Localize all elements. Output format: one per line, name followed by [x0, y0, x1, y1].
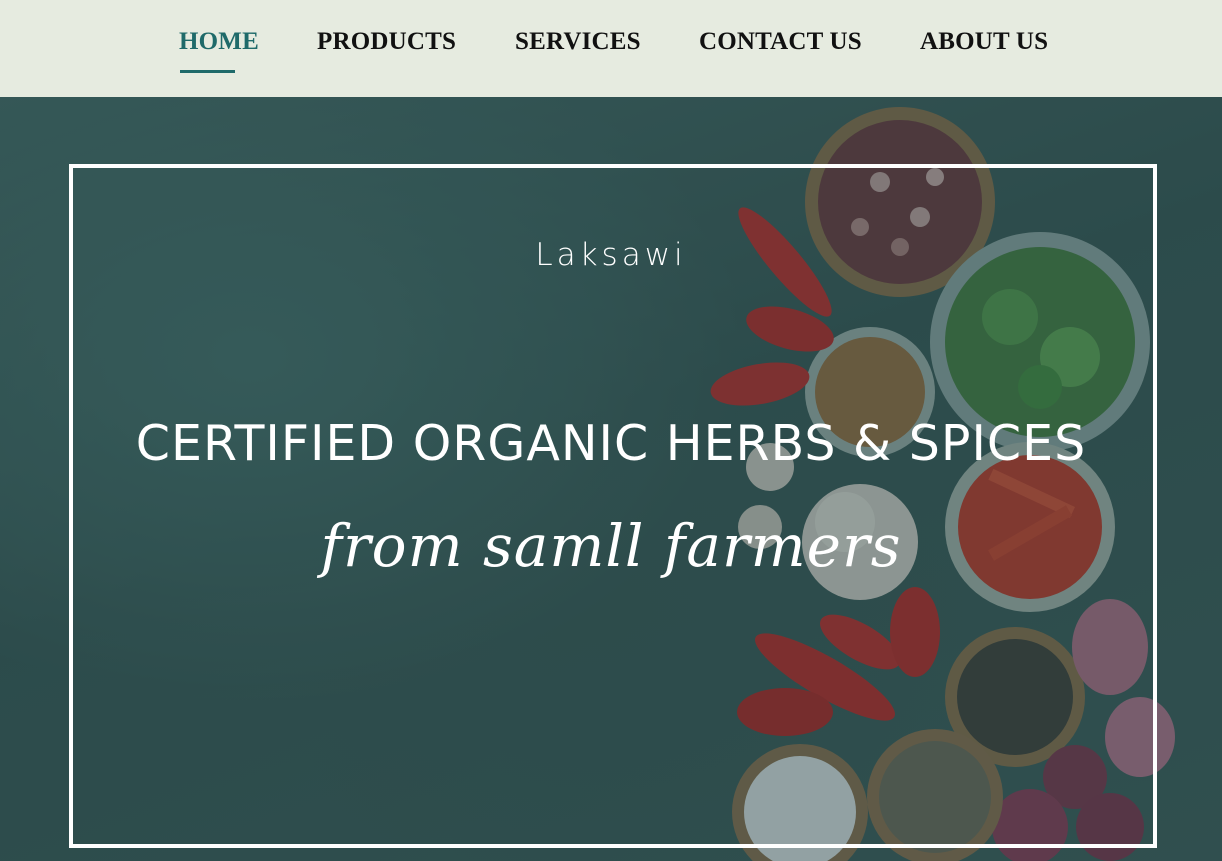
top-navigation: HOME PRODUCTS SERVICES CONTACT US ABOUT … [0, 0, 1222, 98]
nav-contact-us[interactable]: CONTACT US [699, 28, 862, 56]
nav-products[interactable]: PRODUCTS [317, 28, 456, 56]
brand-name: Laksawi [535, 237, 687, 273]
hero-tagline: from samll farmers [320, 512, 902, 580]
nav-about-us[interactable]: ABOUT US [920, 28, 1048, 56]
nav-services[interactable]: SERVICES [515, 28, 641, 56]
nav-home[interactable]: HOME [179, 28, 259, 56]
hero-banner: Laksawi CERTIFIED ORGANIC HERBS & SPICES… [0, 97, 1222, 861]
hero-headline: CERTIFIED ORGANIC HERBS & SPICES [135, 415, 1087, 472]
active-nav-underline [180, 70, 235, 73]
